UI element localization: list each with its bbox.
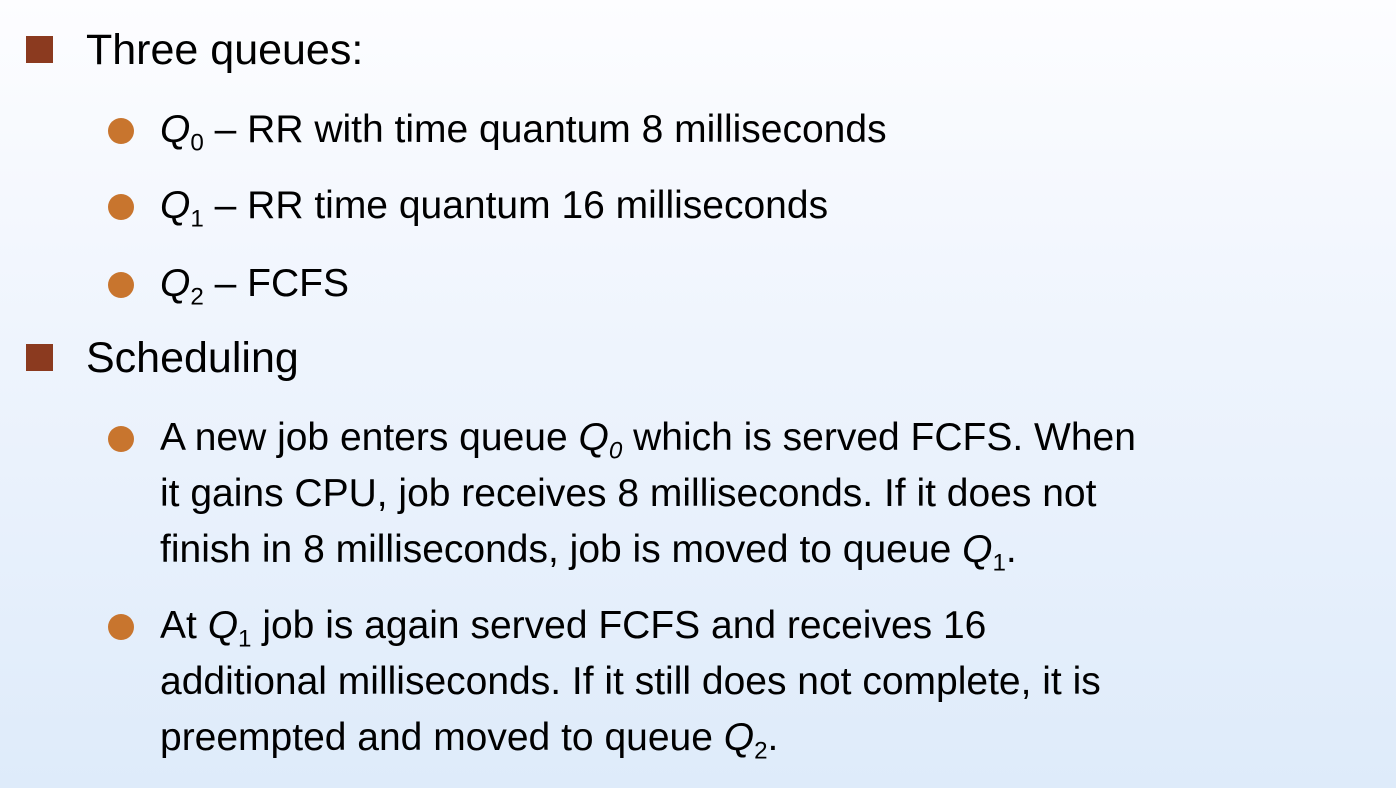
paragraph-line: A new job enters queue Q0 which is serve… [160,416,1136,465]
queue-index: 2 [190,283,204,311]
queue-symbol: Q [160,262,191,305]
round-bullet-icon [108,118,134,144]
queue-index: 2 [754,737,768,765]
paragraph-line: additional milliseconds. If it still doe… [160,660,1101,703]
queue-index: 0 [190,129,204,157]
queue-symbol: Q [207,604,239,647]
slide: Three queues: Q0 – RR with time quantum … [0,0,1396,788]
round-bullet-icon [108,272,134,298]
bullet-text: Scheduling [86,334,299,382]
queue-symbol: Q [578,416,609,459]
sub-bullet-text: – FCFS [203,262,349,305]
queue-symbol: Q [160,108,191,151]
paragraph-line: finish in 8 milliseconds, job is moved t… [160,528,1017,577]
sub-bullet-text: – RR time quantum 16 milliseconds [203,184,829,227]
square-bullet-icon [26,344,53,371]
queue-symbol: Q [160,184,191,227]
queue-index: 1 [992,549,1006,577]
sub-bullet-text: – RR with time quantum 8 milliseconds [203,108,887,151]
queue-index: 1 [238,625,252,653]
paragraph-line: preempted and moved to queue Q2. [160,716,779,765]
paragraph-line: At Q1 job is again served FCFS and recei… [160,604,987,653]
square-bullet-icon [26,36,53,63]
bullet-text: Three queues: [86,26,364,74]
round-bullet-icon [108,426,134,452]
queue-index: 0 [608,437,623,465]
queue-index: 1 [190,205,204,233]
round-bullet-icon [108,194,134,220]
queue-symbol: Q [723,716,755,759]
paragraph-line: it gains CPU, job receives 8 millisecond… [160,472,1097,515]
queue-symbol: Q [962,528,993,571]
round-bullet-icon [108,614,134,640]
